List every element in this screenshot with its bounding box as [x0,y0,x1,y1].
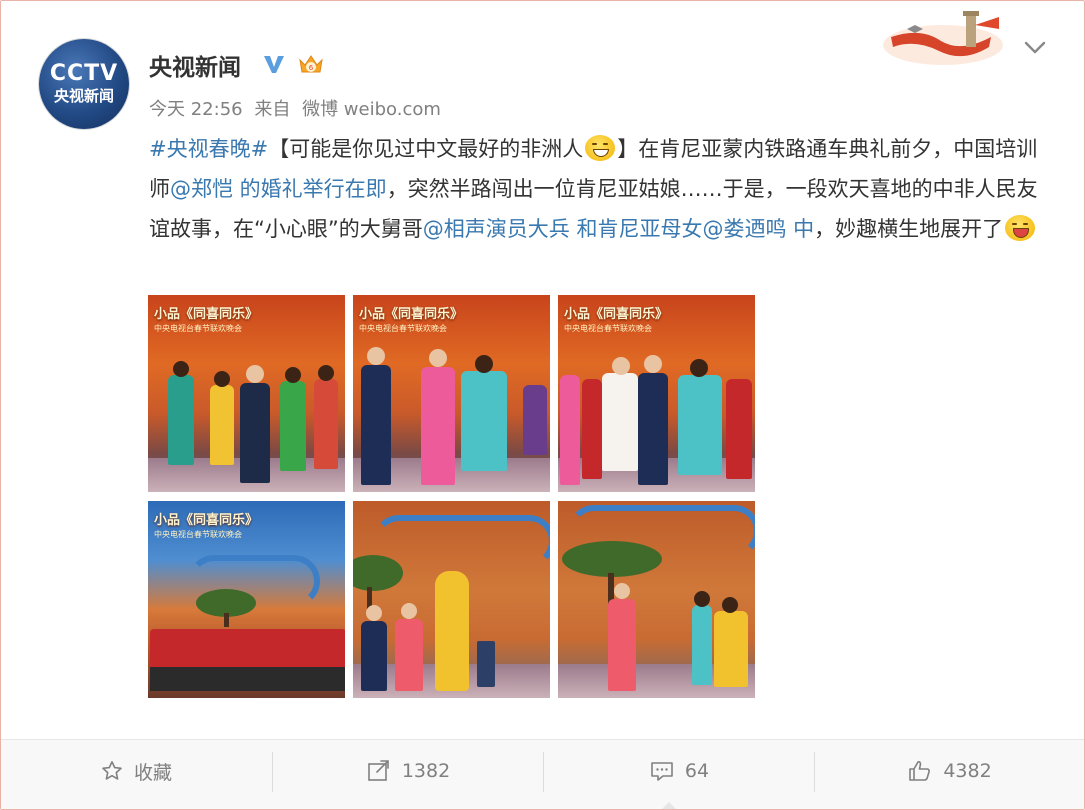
comment-icon [651,762,673,781]
festival-decoration-icon [871,7,1011,71]
action-bar: 收藏 1382 64 4382 [1,739,1084,809]
post-text-segment: ，妙趣横生地展开了 [814,217,1004,241]
post-body: #央视春晚#【可能是你见过中文最好的非洲人 】在肯尼亚蒙内铁路通车典礼前夕，中国培… [149,129,1049,249]
photo-gallery: 小品《同喜同乐》 中央电视台春节联欢晚会 小品《同喜同乐》 中央电视台春节联欢晚… [148,295,758,699]
photo-subtitle: 中央电视台春节联欢晚会 [154,324,242,333]
repost-button[interactable]: 1382 [273,740,543,802]
gallery-photo[interactable] [558,501,755,698]
laugh-emoji-icon [1005,215,1036,241]
cctv-logo: CCTV [49,61,119,86]
photo-subtitle: 中央电视台春节联欢晚会 [359,324,447,333]
post-text-segment: 【可能是你见过中文最好的非洲人 [268,137,584,161]
star-icon [102,761,122,780]
post-from-label: 来自 [254,99,291,120]
svg-text:6: 6 [309,64,314,72]
like-count: 4382 [943,760,992,782]
weibo-post-card: CCTV 央视新闻 央视新闻 6 今天 22:56 来自 微博 weibo.co… [0,0,1085,810]
hashtag-link[interactable]: #央视春晚# [149,137,268,161]
photo-title: 小品《同喜同乐》 [359,307,464,322]
mention-link[interactable]: @郑恺 的婚礼举行在即 [170,177,387,201]
post-meta: 今天 22:56 来自 微博 weibo.com [149,95,447,121]
grin-emoji-icon [585,135,616,161]
gallery-photo[interactable]: 小品《同喜同乐》 中央电视台春节联欢晚会 [353,295,550,492]
gallery-photo[interactable] [353,501,550,698]
avatar-caption: 央视新闻 [53,87,114,105]
repost-count: 1382 [401,760,451,782]
post-time[interactable]: 今天 22:56 [149,99,243,120]
photo-title: 小品《同喜同乐》 [154,513,259,528]
like-button[interactable]: 4382 [815,740,1084,802]
author-name[interactable]: 央视新闻 [149,48,241,82]
favorite-label: 收藏 [133,761,172,784]
comment-button[interactable]: 64 [544,740,814,802]
repost-icon [368,760,389,781]
comment-count: 64 [684,760,710,782]
author-avatar[interactable]: CCTV 央视新闻 [39,39,129,129]
chevron-down-icon[interactable] [1021,37,1049,59]
post-source[interactable]: 微博 weibo.com [302,99,441,120]
photo-title: 小品《同喜同乐》 [564,307,669,322]
gallery-photo[interactable]: 小品《同喜同乐》 中央电视台春节联欢晚会 [148,295,345,492]
comment-caret [661,802,677,809]
verified-icon [261,51,287,77]
thumbs-up-icon [909,760,931,781]
mention-link[interactable]: @相声演员大兵 和肯尼亚母女@娄迺鸣 中 [423,217,814,241]
gallery-photo[interactable]: 小品《同喜同乐》 中央电视台春节联欢晚会 [558,295,755,492]
photo-title: 小品《同喜同乐》 [154,307,259,322]
gallery-photo[interactable]: 小品《同喜同乐》 中央电视台春节联欢晚会 [148,501,345,698]
favorite-button[interactable]: 收藏 [1,740,271,802]
photo-subtitle: 中央电视台春节联欢晚会 [564,324,652,333]
member-crown-icon[interactable]: 6 [297,51,325,77]
photo-subtitle: 中央电视台春节联欢晚会 [154,530,242,539]
